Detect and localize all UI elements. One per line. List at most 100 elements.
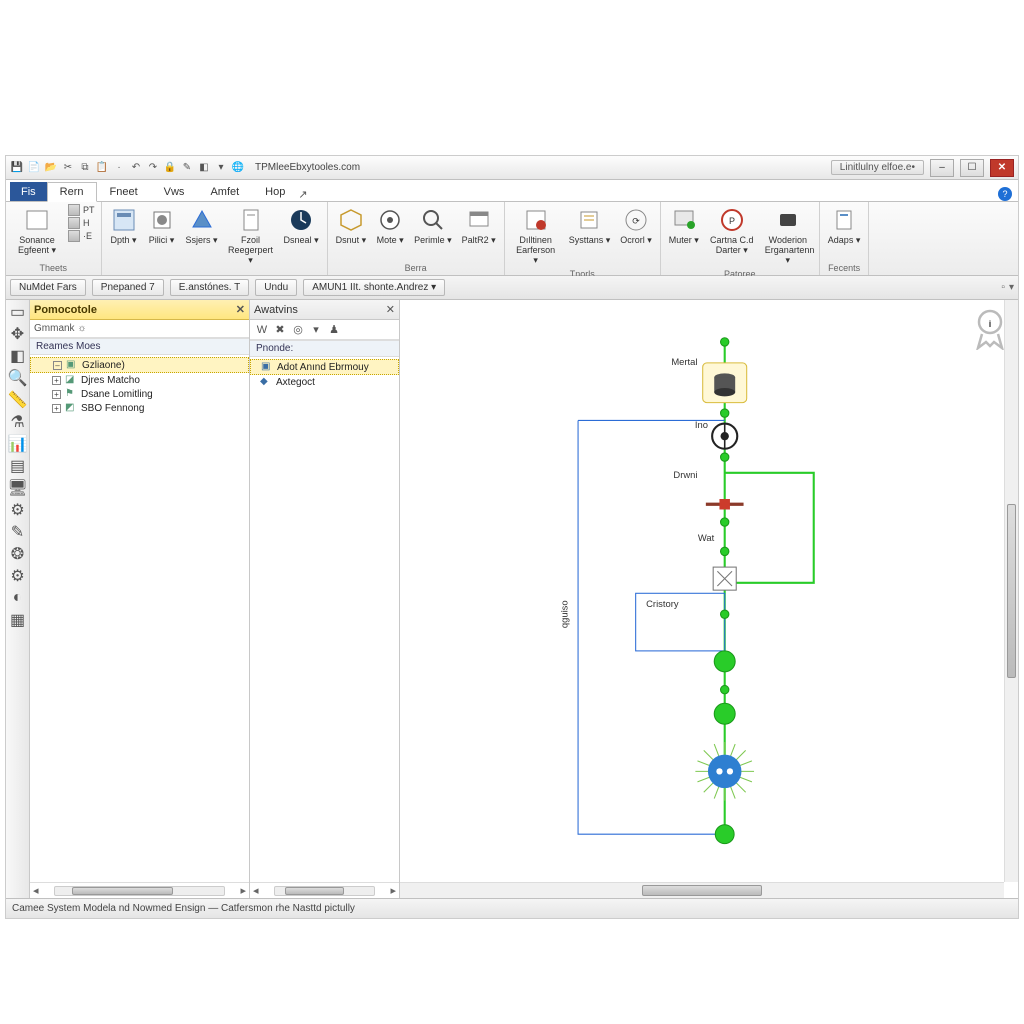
expand-icon[interactable]: – [53,361,62,370]
subbtn-0[interactable]: NuMdet Fars [10,279,86,296]
ribbon-collapse-icon[interactable]: ↗ [298,188,307,201]
canvas-scroll-horizontal[interactable] [400,882,1004,898]
subbtn-4[interactable]: AMUN1 IIt. shonte.Andrez ▾ [303,279,445,296]
canvas-scroll-vertical[interactable] [1004,300,1018,882]
activity-panel-close-icon[interactable]: ✕ [386,303,395,316]
layers-icon[interactable]: ▤ [10,458,26,474]
qat-clip-icon[interactable]: ◧ [197,161,211,175]
ribbon-button-cartna-c-d-darter[interactable]: P Cartna C.d Darter ▾ [707,204,757,258]
project-panel-sub[interactable]: Gmmank ☼ [30,320,249,338]
tab-4[interactable]: Hop [252,182,298,201]
act-tool-person-icon[interactable]: ♟ [326,322,342,338]
ribbon-button-label: Pilici ▾ [149,236,175,246]
qat-save-icon[interactable]: 💾 [10,161,24,175]
qat-new-icon[interactable]: 📄 [27,161,41,175]
minimize-button[interactable]: – [930,159,954,177]
expand-icon[interactable]: + [52,390,61,399]
ribbon-button-perimle[interactable]: Perimle ▾ [412,204,454,248]
activity-tree-item[interactable]: ◆Axtegoct [250,375,399,389]
tab-3[interactable]: Amfet [197,182,252,201]
maximize-button[interactable]: ☐ [960,159,984,177]
ribbon-button-muter[interactable]: Muter ▾ [667,204,701,248]
subtoolbar-more-icon[interactable]: ▾ [1009,282,1014,293]
ribbon-button-paltr-[interactable]: PaltR2 ▾ [460,204,498,248]
measure-icon[interactable]: 📏 [10,392,26,408]
chart-icon[interactable]: 📊 [10,436,26,452]
act-tool-drop-icon[interactable]: ▾ [308,322,324,338]
settings-icon[interactable]: ⚙ [10,502,26,518]
license-pill[interactable]: Linitlulny elfoe.e• [831,160,924,175]
project-panel-title: Pomocotole [34,304,97,316]
qat-cut-icon[interactable]: ✂ [61,161,75,175]
pan-icon[interactable]: ✥ [10,326,26,342]
ribbon-icon: ⟳ [622,206,650,234]
diagram-canvas[interactable]: i [400,300,1018,898]
present-icon[interactable]: ▦ [10,612,26,628]
act-tool-x-icon[interactable]: ✖ [272,322,288,338]
tab-2[interactable]: Vws [151,182,198,201]
tab-file[interactable]: Fis [10,182,47,201]
activity-scroll[interactable]: ◂ ▸ [250,882,399,898]
ribbon-button-ocrorl[interactable]: ⟳Ocrorl ▾ [618,204,654,248]
ribbon-button-fzoil-reegerpert[interactable]: Fzoil Reegerpert ▾ [226,204,276,268]
qat-open-icon[interactable]: 📂 [44,161,58,175]
subbtn-1[interactable]: Pnepaned 7 [92,279,164,296]
qat-copy-icon[interactable]: ⧉ [78,161,92,175]
containment-icon[interactable]: ◧ [10,348,26,364]
expand-icon[interactable]: + [52,376,61,385]
select-icon[interactable]: ▭ [10,304,26,320]
ribbon-group-label [108,272,321,275]
toggle-icon[interactable]: ◐ [10,590,26,606]
ribbon-button-mote[interactable]: Mote ▾ [374,204,406,248]
subbtn-2[interactable]: E.anstónes. T [170,279,250,296]
cog-icon[interactable]: ⚙ [10,568,26,584]
tab-active[interactable]: Rern [47,182,97,202]
project-tree-item[interactable]: –▣Gzliaone) [30,357,249,373]
project-tree-item[interactable]: +◩SBO Fennong [30,401,249,415]
ribbon-button-d-lltinen-earferson[interactable]: Dılltinen Earferson ▾ [511,204,561,268]
tab-1[interactable]: Fneet [97,182,151,201]
ribbon-button-sonance-egfeent[interactable]: Sonance Egfeent ▾ [12,204,62,258]
flask-icon[interactable]: ⚗ [10,414,26,430]
qat-globe-icon[interactable]: 🌐 [231,161,245,175]
help-icon[interactable]: ? [998,187,1012,201]
ribbon-button-woderion-erganartenn[interactable]: Woderion Erganartenn ▾ [763,204,813,268]
tree-item-label: Dsane Lomitling [81,389,153,400]
project-tree-item[interactable]: +◪Djres Matcho [30,373,249,387]
ribbon-button-systtans[interactable]: Systtans ▾ [567,204,613,248]
act-tool-w-icon[interactable]: W [254,322,270,338]
ribbon-button-adaps[interactable]: Adaps ▾ [826,204,863,248]
pen-icon[interactable]: ✎ [10,524,26,540]
ribbon-button-label: Cartna C.d Darter ▾ [709,236,755,256]
ribbon-button-dsneal[interactable]: Dsneal ▾ [282,204,321,248]
search-icon[interactable]: 🔍 [10,370,26,386]
ribbon-button-label: Dsneal ▾ [284,236,319,246]
ribbon-stack-item[interactable]: PT [68,204,95,216]
activity-tree-item[interactable]: ▣Adot Anınd Ebrmouy [250,359,399,375]
svg-text:P: P [729,216,735,226]
ribbon-button-ssjers[interactable]: Ssjers ▾ [184,204,220,248]
qat-lock-icon[interactable]: 🔒 [163,161,177,175]
project-scroll[interactable]: ◂ ▸ [30,882,249,898]
qat-print-icon[interactable]: ✎ [180,161,194,175]
project-tree-item[interactable]: +⚑Dsane Lomitling [30,387,249,401]
qat-sep1: · [112,161,126,175]
gear-color-icon[interactable]: ❂ [10,546,26,562]
qat-more-icon[interactable]: ▾ [214,161,228,175]
subbtn-3[interactable]: Undu [255,279,297,296]
monitor-icon[interactable]: 🖥 [10,480,26,496]
ribbon-button-dpth[interactable]: Dpth ▾ [108,204,140,248]
expand-icon[interactable]: + [52,404,61,413]
qat-redo-icon[interactable]: ↷ [146,161,160,175]
act-tool-target-icon[interactable]: ◎ [290,322,306,338]
ribbon-button-pilici[interactable]: Pilici ▾ [146,204,178,248]
qat-paste-icon[interactable]: 📋 [95,161,109,175]
qat-undo-icon[interactable]: ↶ [129,161,143,175]
ribbon-button-dsnut[interactable]: Dsnut ▾ [334,204,369,248]
ribbon-stack-item[interactable]: ·E [68,230,95,242]
project-panel-close-icon[interactable]: ✕ [236,303,245,316]
subtoolbar-dash-icon[interactable]: ▫ [1001,282,1005,293]
close-button[interactable]: ✕ [990,159,1014,177]
lbl-material: Mertal [671,356,697,367]
ribbon-stack-item[interactable]: H [68,217,95,229]
